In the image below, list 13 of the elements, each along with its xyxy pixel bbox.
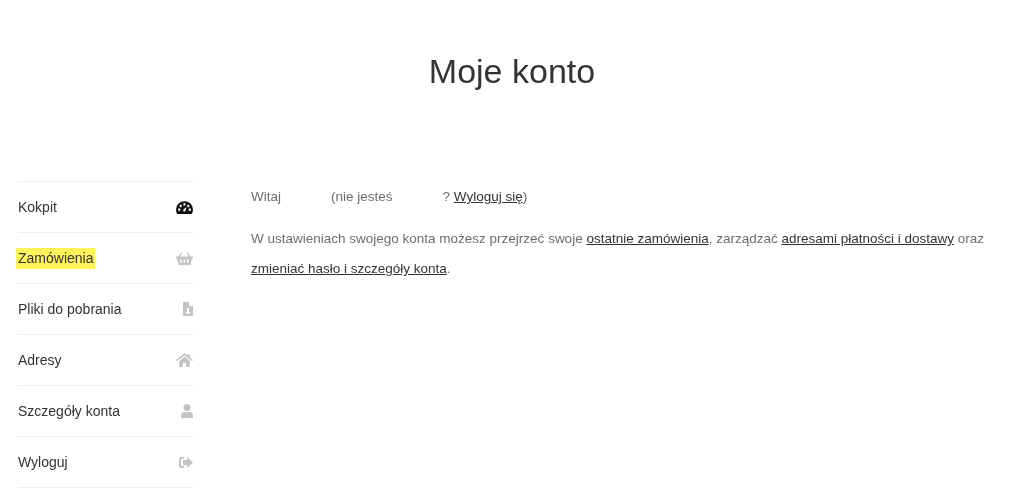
text-link[interactable]: adresami płatności i dostawy	[781, 231, 955, 246]
menu-link[interactable]: Zamówienia	[16, 247, 96, 269]
menu-link[interactable]: Kokpit	[16, 196, 59, 218]
menu-link[interactable]: Adresy	[16, 349, 64, 371]
text-link[interactable]: ostatnie zamówienia	[586, 231, 709, 246]
text-link[interactable]: zmieniać hasło i szczegóły konta	[251, 261, 447, 276]
greeting-text: Witaj (nie jesteś ? Wyloguj się)	[251, 188, 529, 206]
menu-link[interactable]: Wyloguj	[16, 451, 70, 473]
menu-link[interactable]: Szczegóły konta	[16, 400, 122, 422]
menu-link[interactable]: Pliki do pobrania	[16, 298, 124, 320]
page-title: Moje konto	[427, 51, 597, 92]
intro-paragraph: W ustawieniach swojego konta możesz przejrzeć swoje ostatnie zamówienia, zarządzać adresami płatności i dostawy oraz zmieniać hasło i szczegóły konta.	[251, 230, 986, 278]
text-link[interactable]: Wyloguj się	[453, 189, 523, 204]
